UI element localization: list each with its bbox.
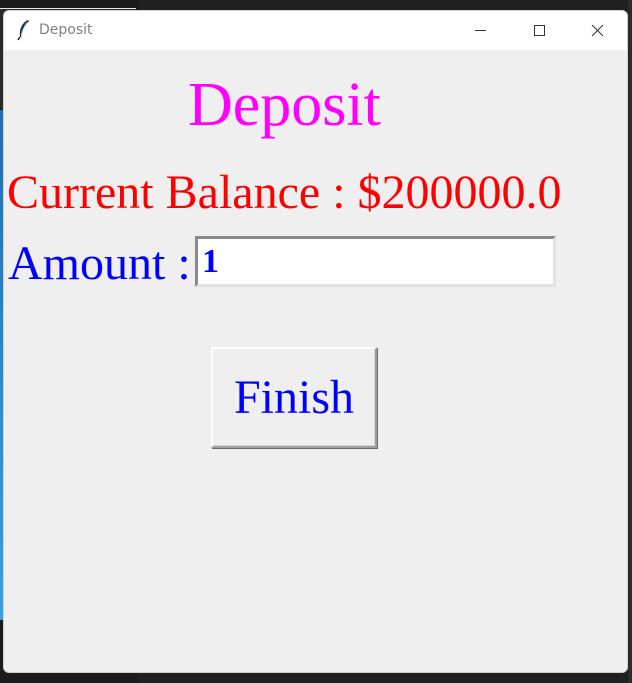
amount-label: Amount :	[8, 237, 191, 290]
close-button[interactable]	[568, 11, 626, 50]
background-window-edge	[628, 0, 632, 683]
close-icon	[591, 24, 604, 37]
minimize-button[interactable]	[452, 11, 510, 50]
amount-input[interactable]	[195, 236, 556, 287]
title-bar[interactable]: Deposit	[4, 11, 627, 50]
page-title: Deposit	[188, 71, 381, 139]
maximize-icon	[534, 25, 545, 36]
window-content: Deposit Current Balance : $200000.0 Amou…	[4, 50, 627, 672]
window-title: Deposit	[39, 22, 93, 38]
maximize-button[interactable]	[510, 11, 568, 50]
minimize-icon	[475, 30, 486, 31]
desktop: Deposit Deposit Current Balance : $20000…	[0, 0, 632, 683]
deposit-window: Deposit Deposit Current Balance : $20000…	[3, 10, 628, 673]
finish-button[interactable]: Finish	[211, 347, 377, 448]
current-balance-label: Current Balance : $200000.0	[7, 166, 562, 219]
feather-icon	[16, 19, 32, 41]
